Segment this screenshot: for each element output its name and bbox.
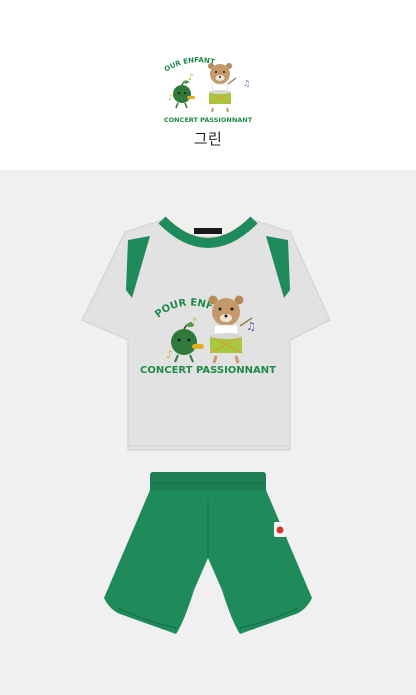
product-photo: POUR ENFANTS ♪ ♪ ♫ xyxy=(0,170,331,634)
print-artwork-thumbnail: OUR ENFANTS ♪ ♪ ♫ xyxy=(158,50,253,124)
shorts-image xyxy=(104,472,312,634)
print-top-text: OUR ENFANTS xyxy=(158,50,216,74)
tshirt-print-bottom-text: CONCERT PASSIONNANT xyxy=(140,365,276,376)
svg-text:OUR ENFANTS: OUR ENFANTS xyxy=(158,50,216,74)
color-option-label: 그린 xyxy=(193,130,223,148)
music-note-icon: ♪ xyxy=(168,93,173,102)
music-note-icon: ♪ xyxy=(166,348,173,361)
product-detail-page: OUR ENFANTS ♪ ♪ ♫ xyxy=(0,0,416,695)
tshirt-image: POUR ENFANTS ♪ ♪ ♫ xyxy=(0,170,331,451)
music-note-icon: ♪ xyxy=(188,73,194,83)
bear-character-icon xyxy=(208,63,237,113)
brand-tag xyxy=(194,228,222,234)
apple-character-icon xyxy=(173,80,195,109)
color-swatch-section: OUR ENFANTS ♪ ♪ ♫ xyxy=(0,0,416,170)
music-note-icon: ♫ xyxy=(243,79,250,88)
product-photo-section: POUR ENFANTS ♪ ♪ ♫ xyxy=(0,170,416,695)
print-bottom-text: CONCERT PASSIONNANT xyxy=(164,116,253,124)
